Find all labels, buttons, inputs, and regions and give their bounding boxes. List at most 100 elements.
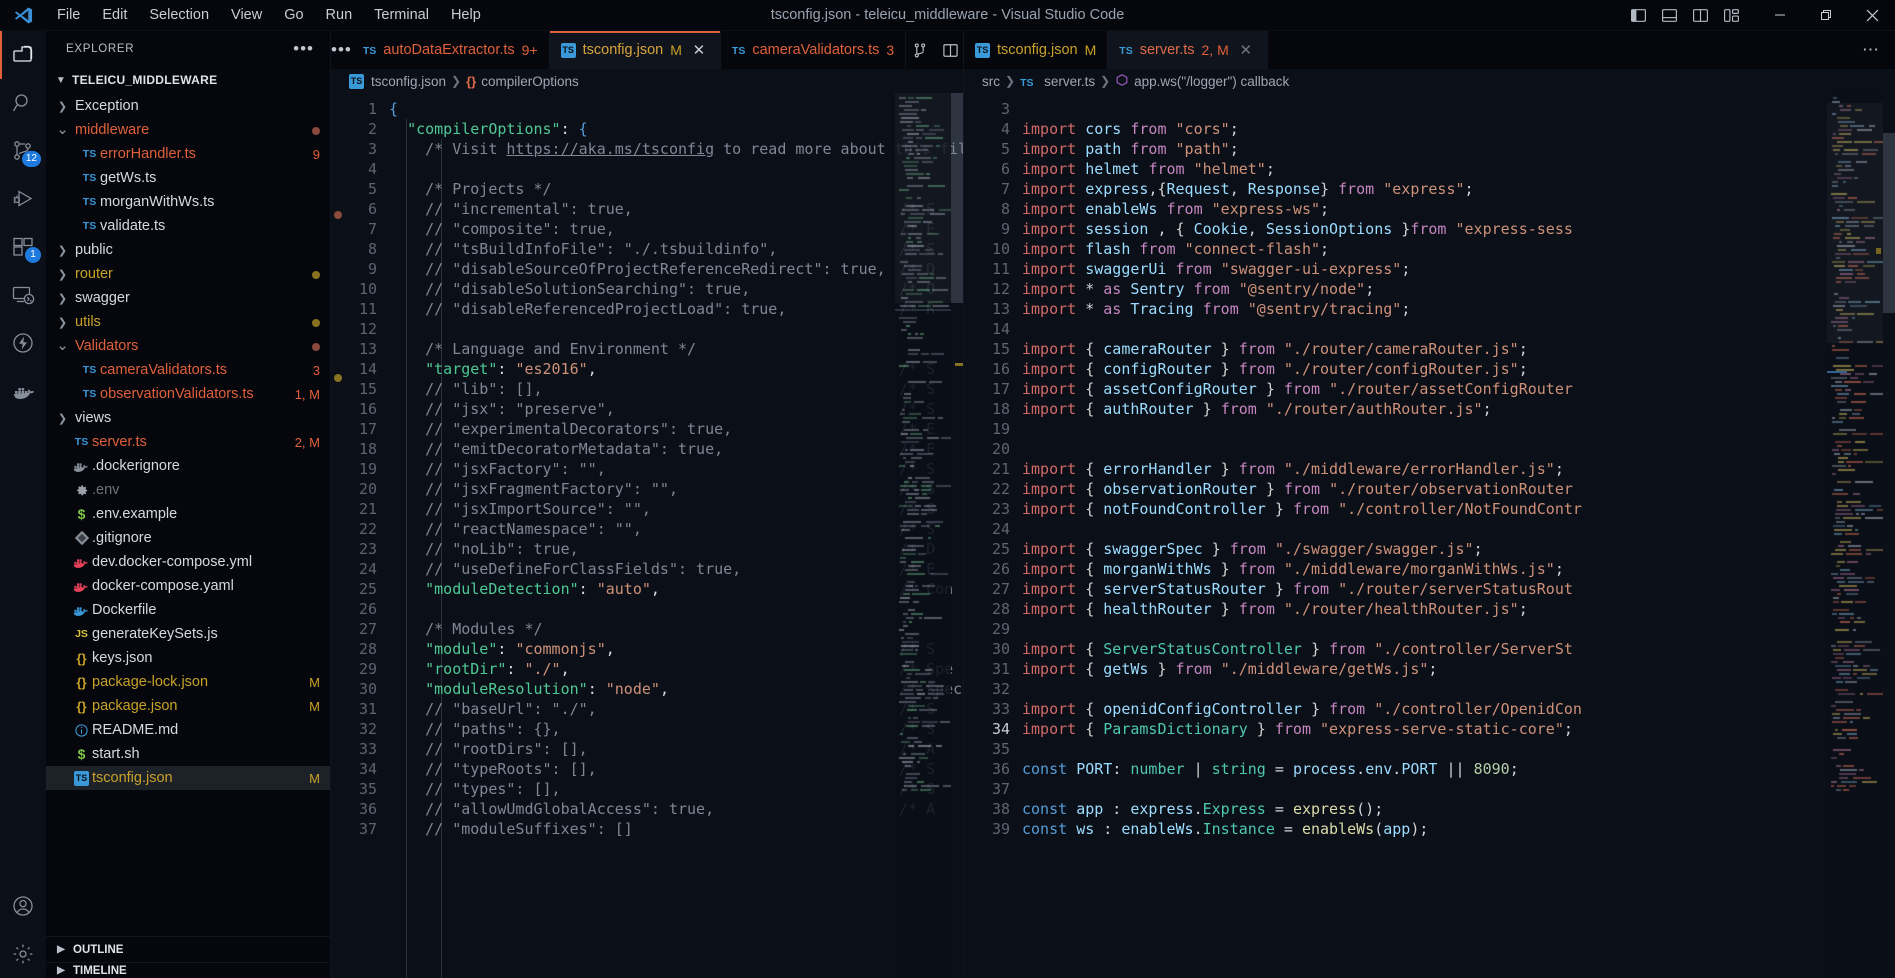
chevron-right-icon[interactable]: ❯ <box>54 100 71 113</box>
code-lines-group-1[interactable]: { "compilerOptions": { /* Visit https://… <box>389 93 963 978</box>
activitybar-item-settings[interactable] <box>0 930 46 978</box>
code-line[interactable]: import swaggerUi from "swagger-ui-expres… <box>1022 259 1895 279</box>
code-line[interactable]: import { ServerStatusController } from "… <box>1022 639 1895 659</box>
tree-item-env-example[interactable]: $.env.example <box>46 502 330 526</box>
menu-bar[interactable]: File Edit Selection View Go Run Terminal… <box>46 3 492 27</box>
customize-layout-icon[interactable] <box>1716 0 1747 31</box>
tree-item-exception[interactable]: ❯Exception <box>46 94 330 118</box>
restore-button[interactable] <box>1803 0 1849 31</box>
tabs-overflow-icon[interactable]: ••• <box>331 31 352 69</box>
code-line[interactable]: // "jsxFactory": "",/* S <box>389 459 963 479</box>
breadcrumb-item[interactable]: {}compilerOptions <box>466 74 579 89</box>
code-line[interactable]: // "typeRoots": [],/* S <box>389 759 963 779</box>
tree-item-router[interactable]: ❯router <box>46 262 330 286</box>
menu-run[interactable]: Run <box>315 3 364 27</box>
code-line[interactable]: "target": "es2016",/* S <box>389 359 963 379</box>
breadcrumb-group-1[interactable]: TStsconfig.json❯{}compilerOptions <box>331 69 963 93</box>
split-editor-right-icon[interactable] <box>936 36 964 64</box>
tab-tsconfig-json[interactable]: TStsconfig.jsonM <box>964 31 1108 69</box>
chevron-right-icon[interactable]: ❯ <box>54 292 71 305</box>
code-line[interactable]: import { openidConfigController } from "… <box>1022 699 1895 719</box>
code-line[interactable] <box>1022 99 1895 119</box>
code-line[interactable]: // "incremental": true,/* S <box>389 199 963 219</box>
menu-edit[interactable]: Edit <box>91 3 138 27</box>
code-line[interactable] <box>389 319 963 339</box>
tree-item-middleware[interactable]: ⌄middleware <box>46 118 330 142</box>
code-line[interactable]: import { swaggerSpec } from "./swagger/s… <box>1022 539 1895 559</box>
code-line[interactable]: import * as Sentry from "@sentry/node"; <box>1022 279 1895 299</box>
code-line[interactable]: // "tsBuildInfoFile": "./.tsbuildinfo",/… <box>389 239 963 259</box>
code-line[interactable]: // "reactNamespace": "",/* S <box>389 519 963 539</box>
code-line[interactable]: // "paths": {},/* S <box>389 719 963 739</box>
code-line[interactable]: import express,{Request, Response} from … <box>1022 179 1895 199</box>
activitybar-item-docker[interactable] <box>0 367 46 415</box>
window-controls[interactable] <box>1623 0 1895 31</box>
split-editor-down-icon[interactable] <box>906 36 934 64</box>
editor-scrollbar-group-2[interactable] <box>1883 93 1895 978</box>
tree-item-validate-ts[interactable]: TSvalidate.ts <box>46 214 330 238</box>
tab-bar-group-2[interactable]: TStsconfig.jsonMTSserver.ts2, M✕ ⋯ <box>964 31 1895 69</box>
code-line[interactable]: // "composite": true,/* E <box>389 219 963 239</box>
tree-item-validators[interactable]: ⌄Validators <box>46 334 330 358</box>
code-line[interactable]: import { morganWithWs } from "./middlewa… <box>1022 559 1895 579</box>
code-line[interactable]: // "emitDecoratorMetadata": true,/* E <box>389 439 963 459</box>
code-line[interactable]: import { errorHandler } from "./middlewa… <box>1022 459 1895 479</box>
code-line[interactable]: // "disableSourceOfProjectReferenceRedir… <box>389 259 963 279</box>
activitybar-item-source-control[interactable]: 12 <box>0 127 46 175</box>
activitybar-item-explorer[interactable] <box>0 31 46 79</box>
code-line[interactable]: // "jsxFragmentFactory": "",/* S <box>389 479 963 499</box>
code-line[interactable] <box>1022 739 1895 759</box>
code-line[interactable]: import * as Tracing from "@sentry/tracin… <box>1022 299 1895 319</box>
code-line[interactable]: // "jsxImportSource": "",/* S <box>389 499 963 519</box>
code-line[interactable]: // "allowUmdGlobalAccess": true,/* A <box>389 799 963 819</box>
file-tree[interactable]: ❯Exception⌄middlewareTSerrorHandler.ts9T… <box>46 94 330 936</box>
code-line[interactable]: // "rootDirs": [],/* A <box>389 739 963 759</box>
menu-terminal[interactable]: Terminal <box>363 3 440 27</box>
code-line[interactable]: "moduleResolution": "node",/* Speci <box>389 679 963 699</box>
code-line[interactable] <box>1022 679 1895 699</box>
activitybar-item-remote-explorer[interactable] <box>0 271 46 319</box>
tree-item-public[interactable]: ❯public <box>46 238 330 262</box>
toggle-primary-sidebar-icon[interactable] <box>1623 0 1654 31</box>
sidebar-more-actions-icon[interactable]: ••• <box>285 39 322 59</box>
code-line[interactable]: "moduleDetection": "auto",/* Con <box>389 579 963 599</box>
code-line[interactable]: /* Projects */ <box>389 179 963 199</box>
breadcrumb-item[interactable]: src <box>982 74 1000 89</box>
code-editor-group-2[interactable]: 3456789101112131415161718192021222324252… <box>964 93 1895 978</box>
editor-more-actions-icon[interactable]: ⋯ <box>1857 36 1885 64</box>
tree-item-keys-json[interactable]: {}keys.json <box>46 646 330 670</box>
code-line[interactable]: import { notFoundController } from "./co… <box>1022 499 1895 519</box>
tree-item-generatekeysets-js[interactable]: JSgenerateKeySets.js <box>46 622 330 646</box>
code-line[interactable]: import { assetConfigRouter } from "./rou… <box>1022 379 1895 399</box>
code-line[interactable]: // "experimentalDecorators": true,/* E <box>389 419 963 439</box>
code-line[interactable]: import { healthRouter } from "./router/h… <box>1022 599 1895 619</box>
tab-bar-actions-group-2[interactable]: ⋯ <box>1857 31 1895 69</box>
code-line[interactable]: import path from "path"; <box>1022 139 1895 159</box>
code-line[interactable]: import flash from "connect-flash"; <box>1022 239 1895 259</box>
code-line[interactable]: const app : express.Express = express(); <box>1022 799 1895 819</box>
section-timeline[interactable]: ▶ TIMELINE <box>46 962 330 978</box>
breadcrumb-item[interactable]: TSserver.ts <box>1020 74 1095 89</box>
code-line[interactable]: // "useDefineForClassFields": true,/* E <box>389 559 963 579</box>
toggle-panel-icon[interactable] <box>1654 0 1685 31</box>
code-line[interactable] <box>1022 319 1895 339</box>
activitybar-item-accounts[interactable] <box>0 882 46 930</box>
tree-item-tsconfig-json[interactable]: TStsconfig.jsonM <box>46 766 330 790</box>
tree-item-dockerfile[interactable]: Dockerfile <box>46 598 330 622</box>
code-line[interactable]: import { cameraRouter } from "./router/c… <box>1022 339 1895 359</box>
code-line[interactable] <box>389 159 963 179</box>
activitybar-item-search[interactable] <box>0 79 46 127</box>
activitybar-item-extensions[interactable]: 1 <box>0 223 46 271</box>
tree-item-package-lock-json[interactable]: {}package-lock.jsonM <box>46 670 330 694</box>
chevron-right-icon[interactable]: ❯ <box>54 244 71 257</box>
close-button[interactable] <box>1849 0 1895 31</box>
menu-view[interactable]: View <box>220 3 273 27</box>
code-line[interactable]: const ws : enableWs.Instance = enableWs(… <box>1022 819 1895 839</box>
code-line[interactable] <box>1022 439 1895 459</box>
tree-item-utils[interactable]: ❯utils <box>46 310 330 334</box>
tree-item-docker-compose-yaml[interactable]: docker-compose.yaml <box>46 574 330 598</box>
tree-item-morganwithws-ts[interactable]: TSmorganWithWs.ts <box>46 190 330 214</box>
code-line[interactable]: import cors from "cors"; <box>1022 119 1895 139</box>
tree-item-start-sh[interactable]: $start.sh <box>46 742 330 766</box>
menu-help[interactable]: Help <box>440 3 492 27</box>
